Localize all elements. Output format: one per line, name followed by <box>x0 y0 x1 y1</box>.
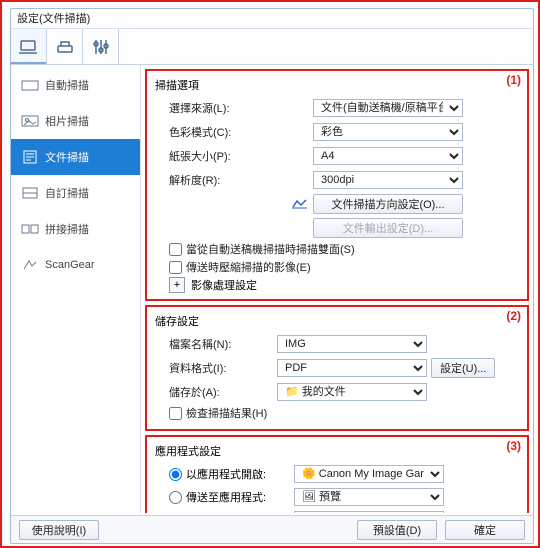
sidebar-item-photo[interactable]: 相片掃描 <box>11 103 140 139</box>
titlebar: 設定(文件掃描) <box>11 9 533 29</box>
section-tag-2: (2) <box>506 309 521 323</box>
output-mode-icon <box>55 39 75 55</box>
section-app-settings: (3) 應用程式設定 以應用程式開啟: 🌼 Canon My Image Gar… <box>145 435 529 513</box>
format-label: 資料格式(I): <box>169 360 277 376</box>
filename-label: 檔案名稱(N): <box>169 336 277 352</box>
format-select[interactable]: PDF <box>277 359 427 377</box>
resolution-label: 解析度(R): <box>169 172 277 188</box>
document-icon <box>21 150 39 164</box>
tab-output[interactable] <box>47 29 83 64</box>
savein-select[interactable]: 📁 我的文件 <box>277 383 427 401</box>
defaults-button[interactable]: 預設值(D) <box>357 520 437 540</box>
tab-scan-from-pc[interactable] <box>11 29 47 64</box>
resolution-select[interactable]: 300dpi <box>313 171 463 189</box>
color-select[interactable]: 彩色 <box>313 123 463 141</box>
sidebar-item-auto[interactable]: 自動掃描 <box>11 67 140 103</box>
section-save-settings: (2) 儲存設定 檔案名稱(N): IMG 資料格式(I): PDF <box>145 305 529 431</box>
sidebar: 自動掃描 相片掃描 文件掃描 自訂掃描 <box>11 65 141 513</box>
sidebar-item-label: 相片掃描 <box>45 113 89 129</box>
help-button[interactable]: 使用說明(I) <box>19 520 99 540</box>
savein-label: 儲存於(A): <box>169 384 277 400</box>
format-settings-button[interactable]: 設定(U)... <box>431 358 495 378</box>
check-results-checkbox[interactable] <box>169 407 182 420</box>
section-tag-3: (3) <box>506 439 521 453</box>
send-folder-select[interactable]: 無 <box>294 511 444 513</box>
sidebar-item-custom[interactable]: 自訂掃描 <box>11 175 140 211</box>
compress-label: 傳送時壓縮掃描的影像(E) <box>186 259 311 275</box>
output-settings-button: 文件輸出設定(D)... <box>313 218 463 238</box>
open-with-select[interactable]: 🌼 Canon My Image Garden <box>294 465 444 483</box>
open-with-label: 以應用程式開啟: <box>186 466 294 482</box>
paper-select[interactable]: A4 <box>313 147 463 165</box>
window-title: 設定(文件掃描) <box>17 13 90 25</box>
settings-window: 設定(文件掃描) 自動掃描 <box>10 8 534 544</box>
expand-image-processing[interactable]: + <box>169 277 185 293</box>
color-label: 色彩模式(C): <box>169 124 277 140</box>
custom-icon <box>21 186 39 200</box>
compress-icon <box>291 198 309 210</box>
mode-toolbar <box>11 29 533 65</box>
scan-mode-icon <box>19 39 39 55</box>
sidebar-item-label: ScanGear <box>45 259 95 271</box>
scangear-icon <box>21 258 39 272</box>
send-folder-label: 傳送至資料夾: <box>186 512 294 513</box>
auto-icon <box>21 78 39 92</box>
section-title: 應用程式設定 <box>155 443 519 459</box>
main-pane: (1) 掃描選項 選擇來源(L): 文件(自動送稿機/原稿平台) 色彩模式(C)… <box>141 65 533 513</box>
sidebar-item-scangear[interactable]: ScanGear <box>11 247 140 283</box>
send-app-select[interactable]: 🖼 預覽 <box>294 488 444 506</box>
section-tag-1: (1) <box>506 73 521 87</box>
sidebar-item-stitch[interactable]: 拼接掃描 <box>11 211 140 247</box>
section-title: 掃描選項 <box>155 77 519 93</box>
source-label: 選擇來源(L): <box>169 100 277 116</box>
open-with-radio[interactable] <box>169 468 182 481</box>
sidebar-item-document[interactable]: 文件掃描 <box>11 139 140 175</box>
section-title: 儲存設定 <box>155 313 519 329</box>
paper-label: 紙張大小(P): <box>169 148 277 164</box>
duplex-label: 當從自動送稿機掃描時掃描雙面(S) <box>186 241 355 257</box>
sidebar-item-label: 自訂掃描 <box>45 185 89 201</box>
check-results-label: 檢查掃描結果(H) <box>186 405 267 421</box>
orientation-settings-button[interactable]: 文件掃描方向設定(O)... <box>313 194 463 214</box>
sidebar-item-label: 自動掃描 <box>45 77 89 93</box>
photo-icon <box>21 114 39 128</box>
ok-button[interactable]: 確定 <box>445 520 525 540</box>
send-app-label: 傳送至應用程式: <box>186 489 294 505</box>
compress-checkbox[interactable] <box>169 261 182 274</box>
image-processing-label: 影像處理設定 <box>191 277 257 293</box>
filename-combo[interactable]: IMG <box>277 335 427 353</box>
dialog-footer: 使用說明(I) 預設值(D) 確定 <box>11 515 533 543</box>
stitch-icon <box>21 222 39 236</box>
sidebar-item-label: 拼接掃描 <box>45 221 89 237</box>
send-app-radio[interactable] <box>169 491 182 504</box>
source-select[interactable]: 文件(自動送稿機/原稿平台) <box>313 99 463 117</box>
tab-prefs[interactable] <box>83 29 119 64</box>
sidebar-item-label: 文件掃描 <box>45 149 89 165</box>
sliders-icon <box>92 39 110 55</box>
section-scan-options: (1) 掃描選項 選擇來源(L): 文件(自動送稿機/原稿平台) 色彩模式(C)… <box>145 69 529 301</box>
duplex-checkbox[interactable] <box>169 243 182 256</box>
